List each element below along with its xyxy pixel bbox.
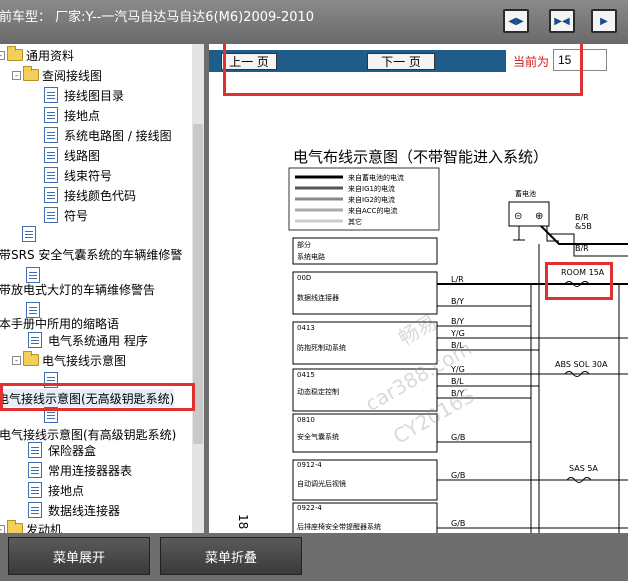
page-number: 18 xyxy=(236,514,250,529)
block-code: 0922-4 xyxy=(297,504,322,512)
split-view-button[interactable]: ▶◀ xyxy=(549,9,575,33)
tree-item[interactable]: 系统电路图 / 接线图 xyxy=(44,126,172,144)
document-icon xyxy=(44,207,58,223)
wire-label: G/B xyxy=(451,519,465,528)
tree-item[interactable]: 数据线连接器 xyxy=(28,501,120,519)
battery-plus: ⊕ xyxy=(535,211,543,222)
last-page-button[interactable]: ▶ xyxy=(591,9,617,33)
block-name: 后排座椅安全带提醒器系统 xyxy=(297,522,381,531)
system-sub: 系统电路 xyxy=(297,252,325,261)
last-page-icon: ▶ xyxy=(600,15,608,27)
tree-item[interactable]: 线路图 xyxy=(44,146,100,164)
vehicle-title: 当前车型： 厂家:Y--一汽马自达马自达6(M6)2009-2010 xyxy=(0,10,315,25)
menu-tree: -通用资料 -查阅接线图 接线图目录 接地点 系统电路图 / 接线图 线路图 线… xyxy=(0,44,204,533)
wire-label: B/Y xyxy=(451,317,464,326)
tree-item[interactable]: 接线图目录 xyxy=(44,86,124,104)
system-header: 部分 xyxy=(297,240,311,249)
tree-item[interactable]: - 电气接线示意图 xyxy=(12,351,126,369)
block-code: 0413 xyxy=(297,324,315,332)
tree-item[interactable]: 带SRS 安全气囊系统的车辆维修警 xyxy=(0,245,182,263)
folder-icon xyxy=(7,520,23,533)
wire-label: &5B xyxy=(575,222,592,231)
fuse-label: SAS 5A xyxy=(569,464,598,473)
collapse-icon[interactable]: - xyxy=(0,50,5,60)
wire-label: G/B xyxy=(451,433,465,442)
legend-label: 来自IG1的电流 xyxy=(348,184,395,193)
wire-label: G/B xyxy=(451,471,465,480)
tree-item[interactable] xyxy=(0,225,36,243)
tree-item[interactable]: 接地点 xyxy=(28,481,84,499)
block-name: 动态稳定控制 xyxy=(297,387,339,396)
tree-item[interactable]: 符号 xyxy=(44,206,88,224)
block-code: 0912-4 xyxy=(297,461,322,469)
top-bar: 当前车型： 厂家:Y--一汽马自达马自达6(M6)2009-2010 ◀▶ ▶◀… xyxy=(0,0,628,44)
collapse-menu-button[interactable]: 菜单折叠 xyxy=(160,537,302,575)
block-code: 0810 xyxy=(297,416,315,424)
document-icon xyxy=(28,442,42,458)
document-icon xyxy=(28,482,42,498)
wire-label: B/R xyxy=(575,213,589,222)
wire-label: B/Y xyxy=(451,297,464,306)
diagram-viewer: 上一 页 下一 页 当前为 电气布线示意图（不带智能进入系统） 来自蓄电池的电流… xyxy=(209,44,628,533)
document-icon xyxy=(44,187,58,203)
folder-icon xyxy=(7,46,23,61)
tree-item[interactable]: 带放电式大灯的车辆维修警告 xyxy=(0,280,155,298)
legend-label: 来自IG2的电流 xyxy=(348,195,395,204)
tree-item[interactable]: 本手册中所用的缩略语 xyxy=(0,314,119,332)
wire-label: B/R xyxy=(575,244,589,253)
tree-scrollbar[interactable] xyxy=(192,44,204,533)
battery-label: 蓄电池 xyxy=(515,189,536,198)
document-icon xyxy=(28,332,42,348)
wire-label: L/R xyxy=(451,275,464,284)
block-code: 0415 xyxy=(297,371,315,379)
legend-label: 来自蓄电池的电流 xyxy=(348,173,404,182)
split-view-icon: ▶◀ xyxy=(554,15,570,27)
tree-item[interactable]: - 查阅接线图 xyxy=(12,66,102,84)
folder-icon xyxy=(23,66,39,81)
legend-label: 来自ACC的电流 xyxy=(348,206,397,215)
collapse-icon[interactable]: - xyxy=(12,355,21,365)
document-icon xyxy=(44,167,58,183)
tree-item[interactable]: -发动机 xyxy=(0,520,62,533)
tree-item[interactable]: -通用资料 xyxy=(0,46,74,64)
tree-item[interactable]: 接线颜色代码 xyxy=(44,186,136,204)
highlight-room-fuse xyxy=(545,262,613,300)
legend-label: 其它 xyxy=(348,217,362,226)
collapse-icon[interactable]: - xyxy=(0,524,5,533)
highlight-page-nav xyxy=(223,44,583,96)
bottom-bar: 菜单展开 菜单折叠 xyxy=(0,533,628,581)
expand-menu-button[interactable]: 菜单展开 xyxy=(8,537,150,575)
document-icon xyxy=(44,127,58,143)
block-code: 00D xyxy=(297,274,311,282)
tree-item[interactable]: 保险器盒 xyxy=(28,441,96,459)
tree-item[interactable]: 线束符号 xyxy=(44,166,112,184)
collapse-icon[interactable]: - xyxy=(12,70,21,80)
block-box xyxy=(292,271,438,315)
first-page-button[interactable]: ◀▶ xyxy=(503,9,529,33)
battery-minus: ⊝ xyxy=(514,211,522,222)
block-name: 安全气囊系统 xyxy=(297,432,339,441)
document-icon xyxy=(44,107,58,123)
highlight-selected-item xyxy=(0,383,195,411)
first-page-icon: ◀▶ xyxy=(508,15,524,27)
tree-item[interactable]: 接地点 xyxy=(44,106,100,124)
block-name: 数据线连接器 xyxy=(297,293,339,302)
document-icon xyxy=(28,462,42,478)
document-icon xyxy=(44,147,58,163)
fuse-label: ABS SOL 30A xyxy=(555,360,608,369)
folder-icon xyxy=(23,351,39,366)
block-name: 自动调光后视镜 xyxy=(297,479,346,488)
document-icon xyxy=(22,226,36,242)
tree-item[interactable]: 电气系统通用 程序 xyxy=(28,331,148,349)
document-icon xyxy=(28,502,42,518)
block-name: 防抱死制动系统 xyxy=(297,343,346,352)
document-icon xyxy=(44,87,58,103)
tree-item[interactable]: 常用连接器器表 xyxy=(28,461,132,479)
